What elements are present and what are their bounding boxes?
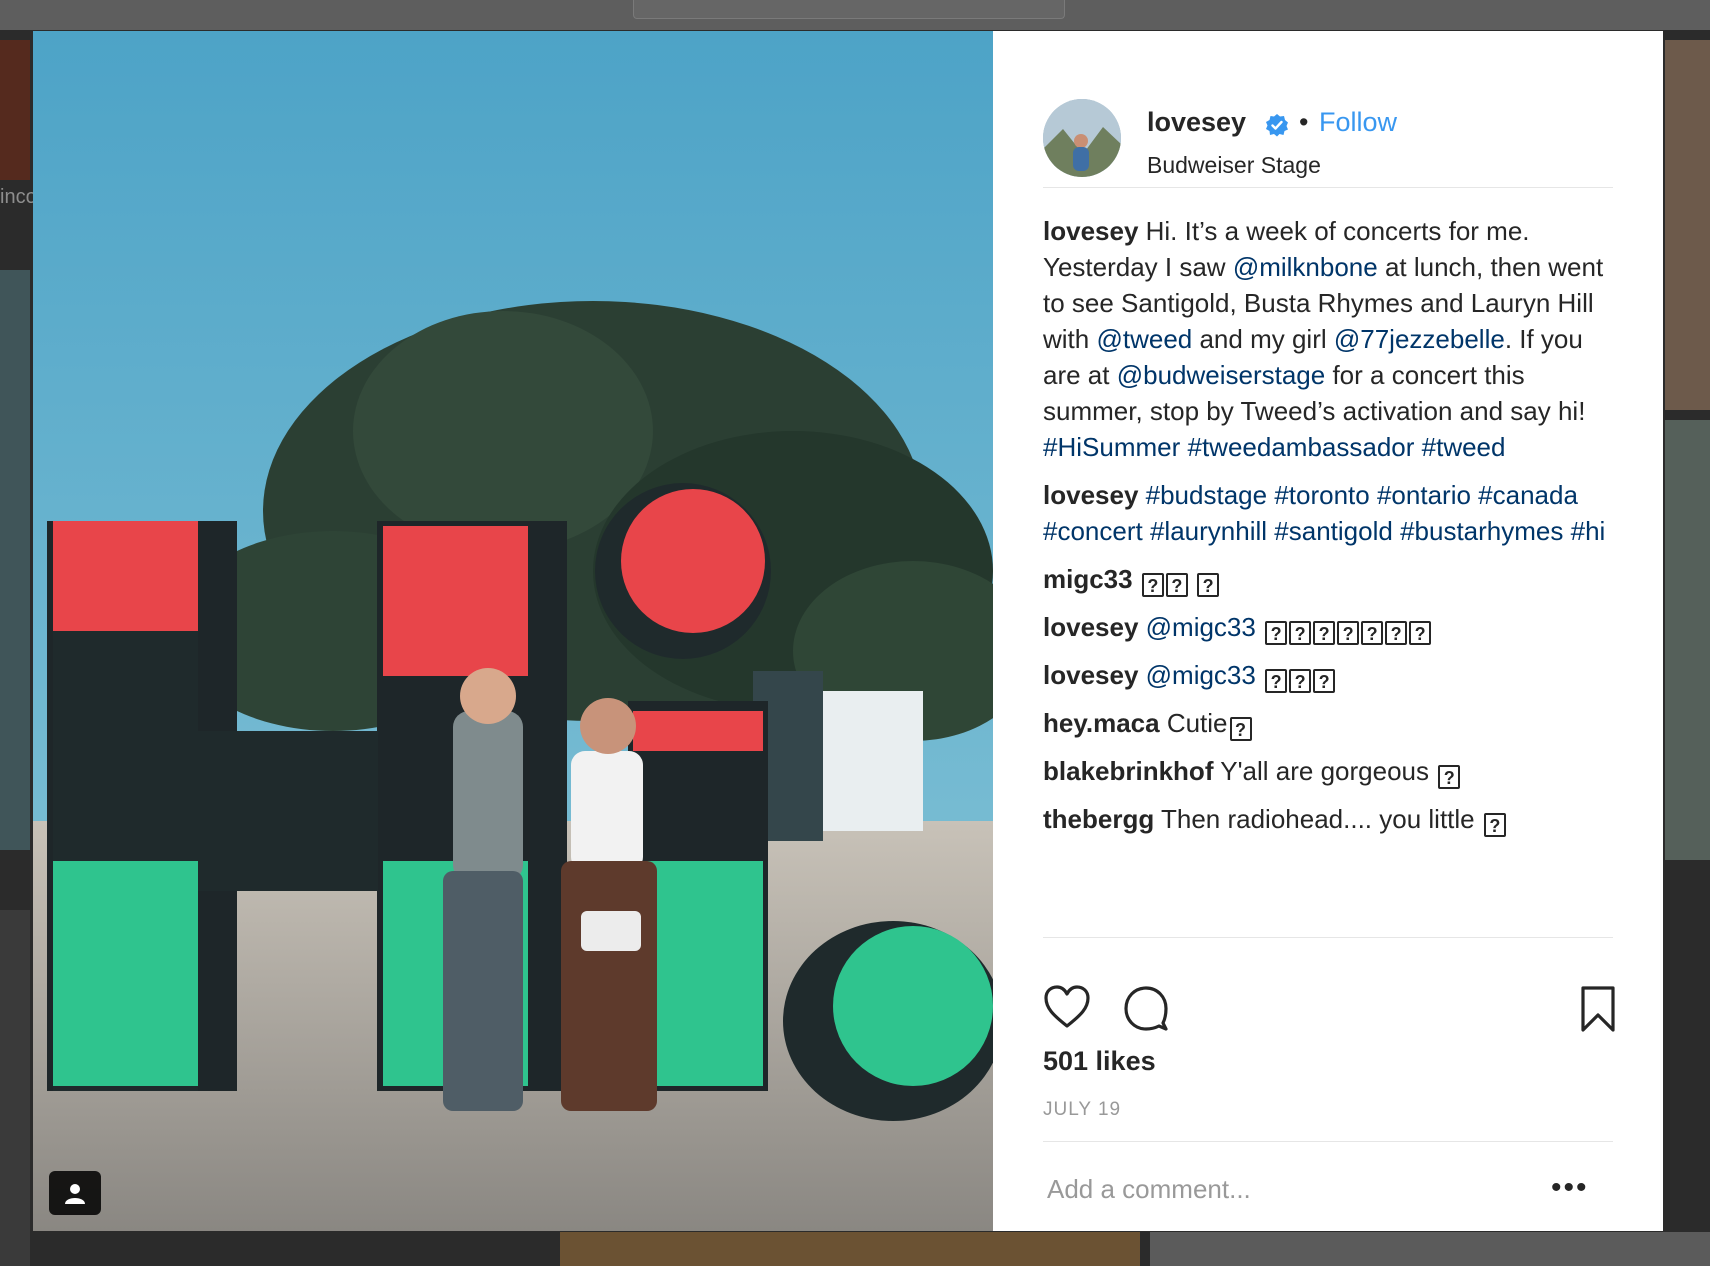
- background-tile: [0, 40, 30, 180]
- comment-username[interactable]: lovesey: [1043, 660, 1138, 690]
- background-tile: [1665, 40, 1710, 410]
- avatar[interactable]: [1043, 99, 1121, 177]
- comment-link[interactable]: @tweed: [1096, 324, 1192, 354]
- comment-item: lovesey Hi. It’s a week of concerts for …: [1043, 213, 1618, 465]
- comment-text: [1138, 480, 1145, 510]
- comment-text: [1143, 516, 1150, 546]
- comment-icon[interactable]: [1123, 985, 1169, 1031]
- more-options-button[interactable]: •••: [1551, 1171, 1589, 1205]
- comment-link[interactable]: #HiSummer: [1043, 432, 1180, 462]
- user-tag-icon: [65, 1184, 85, 1204]
- emoji-placeholder: ?: [1289, 621, 1312, 645]
- comment-link[interactable]: #tweed: [1422, 432, 1506, 462]
- comment-divider: [1043, 1141, 1613, 1142]
- comment-link[interactable]: #toronto: [1274, 480, 1369, 510]
- comment-item: migc33 ?? ?: [1043, 561, 1618, 597]
- likes-count[interactable]: 501 likes: [1043, 1046, 1156, 1077]
- comment-item: lovesey #budstage #toronto #ontario #can…: [1043, 477, 1618, 549]
- comment-link[interactable]: @budweiserstage: [1117, 360, 1326, 390]
- emoji-placeholder: ?: [1385, 621, 1408, 645]
- comment-text: [1414, 432, 1421, 462]
- emoji-placeholder: ?: [1409, 621, 1432, 645]
- emoji-placeholder: ?: [1265, 669, 1288, 693]
- emoji-placeholder: ?: [1313, 621, 1336, 645]
- comment-text: [1133, 564, 1140, 594]
- user-tag-button[interactable]: [49, 1171, 101, 1215]
- comment-list: lovesey Hi. It’s a week of concerts for …: [1043, 213, 1618, 849]
- emoji-placeholder: ?: [1141, 573, 1164, 597]
- comment-text: [1138, 660, 1145, 690]
- emoji-placeholder: ?: [1313, 669, 1336, 693]
- comment-link[interactable]: #hi: [1571, 516, 1606, 546]
- comment-username[interactable]: lovesey: [1043, 612, 1138, 642]
- post-username[interactable]: lovesey: [1147, 107, 1246, 138]
- comment-link[interactable]: #budstage: [1146, 480, 1267, 510]
- comment-item: lovesey @migc33 ???: [1043, 657, 1618, 693]
- comment-text: and my girl: [1192, 324, 1334, 354]
- comment-link[interactable]: #tweedambassador: [1187, 432, 1414, 462]
- comment-username[interactable]: lovesey: [1043, 480, 1138, 510]
- emoji-placeholder: ?: [1289, 669, 1312, 693]
- bookmark-icon[interactable]: [1580, 985, 1616, 1033]
- background-text: inco: [0, 186, 37, 208]
- emoji-placeholder: ?: [1361, 621, 1384, 645]
- comment-username[interactable]: hey.maca: [1043, 708, 1160, 738]
- comment-link[interactable]: @migc33: [1146, 612, 1256, 642]
- comment-text: [1256, 660, 1263, 690]
- heart-icon[interactable]: [1043, 985, 1091, 1029]
- comment-link[interactable]: #canada: [1478, 480, 1578, 510]
- comment-link[interactable]: @77jezzebelle: [1334, 324, 1505, 354]
- comment-text: [1138, 612, 1145, 642]
- add-comment-input[interactable]: [1043, 1159, 1531, 1219]
- comment-text: [1188, 564, 1195, 594]
- emoji-placeholder: ?: [1265, 621, 1288, 645]
- post-header: lovesey • Follow Budweiser Stage: [1043, 67, 1613, 188]
- comment-username[interactable]: thebergg: [1043, 804, 1154, 834]
- separator-dot: •: [1299, 107, 1309, 137]
- emoji-placeholder: ?: [1229, 717, 1252, 741]
- comment-link[interactable]: #laurynhill: [1150, 516, 1267, 546]
- comment-link[interactable]: #santigold: [1274, 516, 1393, 546]
- comment-text: Then radiohead.... you little: [1154, 804, 1482, 834]
- post-photo: [33, 31, 993, 1231]
- background-search-box: [633, 0, 1065, 19]
- comment-item: lovesey @migc33 ???????: [1043, 609, 1618, 645]
- comment-username[interactable]: blakebrinkhof: [1043, 756, 1213, 786]
- comment-item: thebergg Then radiohead.... you little ?: [1043, 801, 1618, 837]
- background-tile: [560, 1232, 1140, 1266]
- comment-text: [1563, 516, 1570, 546]
- actions-divider: [1043, 937, 1613, 939]
- emoji-placeholder: ?: [1483, 813, 1506, 837]
- background-tile: [0, 910, 30, 1266]
- comment-username[interactable]: lovesey: [1043, 216, 1138, 246]
- emoji-placeholder: ?: [1197, 573, 1220, 597]
- comment-link[interactable]: @migc33: [1146, 660, 1256, 690]
- emoji-placeholder: ?: [1438, 765, 1461, 789]
- background-tile: [0, 270, 30, 850]
- comment-link[interactable]: #concert: [1043, 516, 1143, 546]
- post-location[interactable]: Budweiser Stage: [1147, 152, 1321, 179]
- post-modal: lovesey • Follow Budweiser Stage lovesey…: [33, 31, 1663, 1231]
- comment-text: Y'all are gorgeous: [1213, 756, 1437, 786]
- comment-text: [1256, 612, 1263, 642]
- comment-text: Cutie: [1159, 708, 1228, 738]
- emoji-placeholder: ?: [1165, 573, 1188, 597]
- comment-item: hey.maca Cutie?: [1043, 705, 1618, 741]
- comment-link[interactable]: #ontario: [1377, 480, 1471, 510]
- background-tile: [1665, 420, 1710, 860]
- verified-badge-icon: [1266, 114, 1288, 137]
- post-date[interactable]: JULY 19: [1043, 1099, 1121, 1121]
- comment-text: [1370, 480, 1377, 510]
- avatar-image: [1043, 99, 1121, 177]
- follow-button[interactable]: Follow: [1319, 107, 1397, 138]
- emoji-placeholder: ?: [1337, 621, 1360, 645]
- comment-link[interactable]: #bustarhymes: [1400, 516, 1563, 546]
- background-tile: [1150, 1232, 1710, 1266]
- comment-item: blakebrinkhof Y'all are gorgeous ?: [1043, 753, 1618, 789]
- post-side-panel: lovesey • Follow Budweiser Stage lovesey…: [993, 31, 1663, 1231]
- comment-link[interactable]: @milknbone: [1233, 252, 1378, 282]
- photo-illustration: [33, 31, 993, 1231]
- comment-text: [1393, 516, 1400, 546]
- comment-username[interactable]: migc33: [1043, 564, 1133, 594]
